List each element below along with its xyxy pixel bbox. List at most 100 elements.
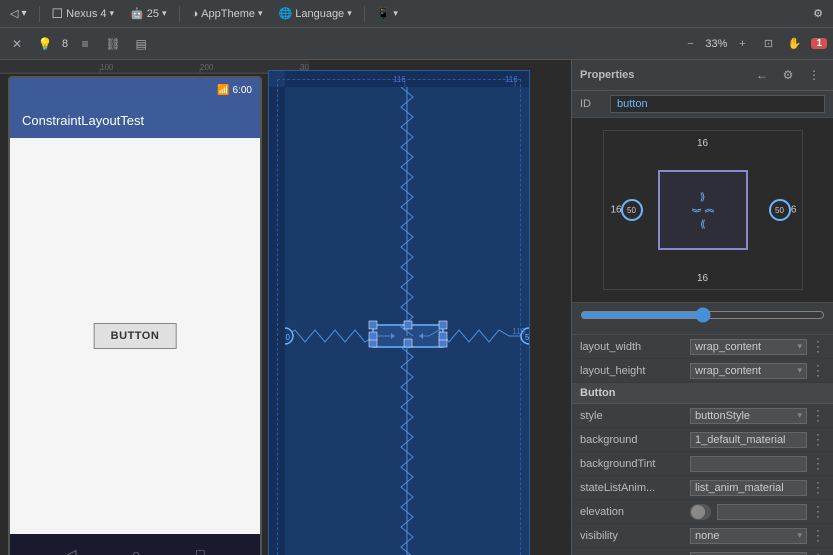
id-row: ID (572, 91, 833, 118)
visibility-dropdown[interactable]: none ▾ (690, 528, 807, 544)
layout-width-label: layout_width (580, 341, 690, 353)
more-options-9[interactable]: ⋮ (811, 551, 825, 555)
align-icon: ≡ (82, 37, 89, 51)
layout-height-dropdown-text: wrap_content (695, 365, 797, 377)
back-icon: ← (756, 68, 768, 82)
blueprint-dashed-border (277, 79, 521, 555)
margin-icon: ▤ (135, 37, 146, 51)
device-selector[interactable]: ☐ Nexus 4 ▾ (48, 4, 119, 24)
zoom-in-button[interactable]: + (731, 33, 753, 55)
theme-selector[interactable]: ◑ AppTheme ▾ (188, 6, 267, 22)
background-value: ⋮ (690, 431, 825, 448)
elevation-toggle[interactable] (690, 504, 711, 520)
app-title: ConstraintLayoutTest (22, 113, 144, 128)
props-settings-button[interactable]: ⚙ (777, 64, 799, 86)
language-selector[interactable]: 🌐 Language ▾ (275, 5, 356, 22)
layout-width-value: wrap_content ▾ ⋮ (690, 338, 825, 355)
h-arrows: ⟫ ⟫ (693, 205, 712, 216)
properties-title: Properties (580, 69, 634, 81)
style-row: style buttonStyle ▾ ⋮ (572, 404, 833, 428)
back-nav-icon[interactable]: ◁ (66, 546, 77, 555)
margin-top-value: 16 (697, 138, 708, 149)
visibility-dropdown-text: none (695, 530, 797, 542)
more-options-6[interactable]: ⋮ (811, 479, 825, 496)
zoom-control: − 33% + ⊡ ✋ (679, 33, 805, 55)
props-more-button[interactable]: ⋮ (803, 64, 825, 86)
more-options-7[interactable]: ⋮ (811, 503, 825, 520)
layout-width-dropdown[interactable]: wrap_content ▾ (690, 339, 807, 355)
android-icon: ☐ (52, 6, 64, 22)
chevron-down-icon3: ▾ (258, 8, 263, 19)
blueprint-panel[interactable]: 116 116 (268, 70, 530, 555)
left-circle-value: 50 (627, 206, 636, 215)
background-input[interactable] (690, 432, 807, 448)
phone-nav-bar: ◁ ○ □ (10, 534, 260, 555)
api-selector[interactable]: 🤖 25 ▾ (126, 5, 170, 22)
phone-frame: 📶 6:00 ConstraintLayoutTest BUTTON ◁ ○ □ (8, 76, 262, 555)
design-canvas[interactable]: 100 200 300 400 500 📶 6:00 (0, 60, 571, 555)
inner-widget-box: ⟫ ⟫ ⟫ ⟫ (658, 170, 748, 250)
phone-title-bar: ConstraintLayoutTest (10, 102, 260, 138)
chain-button[interactable]: ⛓ (102, 33, 124, 55)
inner-arrows: ⟫ ⟫ ⟫ ⟫ (693, 192, 712, 229)
phone-selector[interactable]: 📱 ▾ (373, 5, 402, 22)
margin-diagram: 16 16 16 16 ⟫ ⟫ ⟫ ⟫ (603, 130, 803, 290)
api-level: 25 (147, 8, 159, 20)
recents-nav-icon[interactable]: □ (196, 546, 204, 555)
more-options-1[interactable]: ⋮ (811, 338, 825, 355)
state-list-anim-value: ⋮ (690, 479, 825, 496)
elevation-label: elevation (580, 506, 690, 518)
state-list-anim-input[interactable] (690, 480, 807, 496)
more-options-3[interactable]: ⋮ (811, 407, 825, 424)
more-options-5[interactable]: ⋮ (811, 455, 825, 472)
more-options-8[interactable]: ⋮ (811, 527, 825, 544)
layout-height-dropdown[interactable]: wrap_content ▾ (690, 363, 807, 379)
props-back-button[interactable]: ← (751, 64, 773, 86)
zoom-out-button[interactable]: − (679, 33, 701, 55)
settings-button[interactable]: ⚙ (809, 5, 827, 22)
background-tint-value: ⋮ (690, 455, 825, 472)
style-label: style (580, 410, 690, 422)
wifi-icon: 📶 (217, 85, 229, 96)
background-tint-input[interactable] (690, 456, 807, 472)
status-icons: 📶 6:00 (217, 85, 252, 96)
background-label: background (580, 434, 690, 446)
dropdown-arrow3: ▾ (797, 410, 802, 421)
phone-content[interactable]: BUTTON (10, 138, 260, 534)
more-options-2[interactable]: ⋮ (811, 362, 825, 379)
style-dropdown[interactable]: buttonStyle ▾ (690, 408, 807, 424)
button-widget[interactable]: BUTTON (94, 323, 177, 349)
more-icon: ⋮ (808, 68, 820, 82)
arrow-down-icon: ⟫ (700, 192, 706, 203)
device-name: Nexus 4 (66, 8, 106, 20)
margin-button[interactable]: ▤ (130, 33, 152, 55)
more-options-4[interactable]: ⋮ (811, 431, 825, 448)
left-constraint-circle[interactable]: 50 (621, 199, 643, 221)
id-input[interactable] (610, 95, 825, 113)
bp-ruler-h-svg: 116 116 (285, 71, 529, 87)
elevation-input[interactable] (717, 504, 807, 520)
bias-slider[interactable] (580, 307, 825, 323)
margin-value: 8 (62, 38, 68, 50)
visibility-label: visibility (580, 530, 690, 542)
layout-height-row: layout_height wrap_content ▾ ⋮ (572, 359, 833, 383)
layout-width-dropdown-text: wrap_content (695, 341, 797, 353)
blueprint-v-ruler (269, 87, 285, 555)
pan-tool[interactable]: ✋ (783, 33, 805, 55)
onclick-dropdown[interactable]: none ▾ (690, 552, 807, 555)
zoom-minus-icon: − (687, 38, 693, 50)
cursor-tool[interactable]: ◁ ▾ (6, 5, 31, 22)
properties-panel: Properties ← ⚙ ⋮ ID (571, 60, 833, 555)
design-toolbar: ✕ 💡 8 ≡ ⛓ ▤ − 33% + ⊡ ✋ 1 (0, 28, 833, 60)
zoom-percent: 33% (705, 38, 727, 50)
ruler-svg: 100 200 300 400 500 (0, 60, 309, 74)
blueprint-h-ruler: 116 116 (285, 71, 529, 87)
close-button[interactable]: ✕ (6, 33, 28, 55)
onclick-value: none ▾ ⋮ (690, 551, 825, 555)
home-nav-icon[interactable]: ○ (132, 546, 140, 555)
right-constraint-circle[interactable]: 50 (769, 199, 791, 221)
hand-icon: ✋ (788, 37, 802, 50)
hint-button[interactable]: 💡 (34, 33, 56, 55)
zoom-fit-button[interactable]: ⊡ (757, 33, 779, 55)
align-button[interactable]: ≡ (74, 33, 96, 55)
